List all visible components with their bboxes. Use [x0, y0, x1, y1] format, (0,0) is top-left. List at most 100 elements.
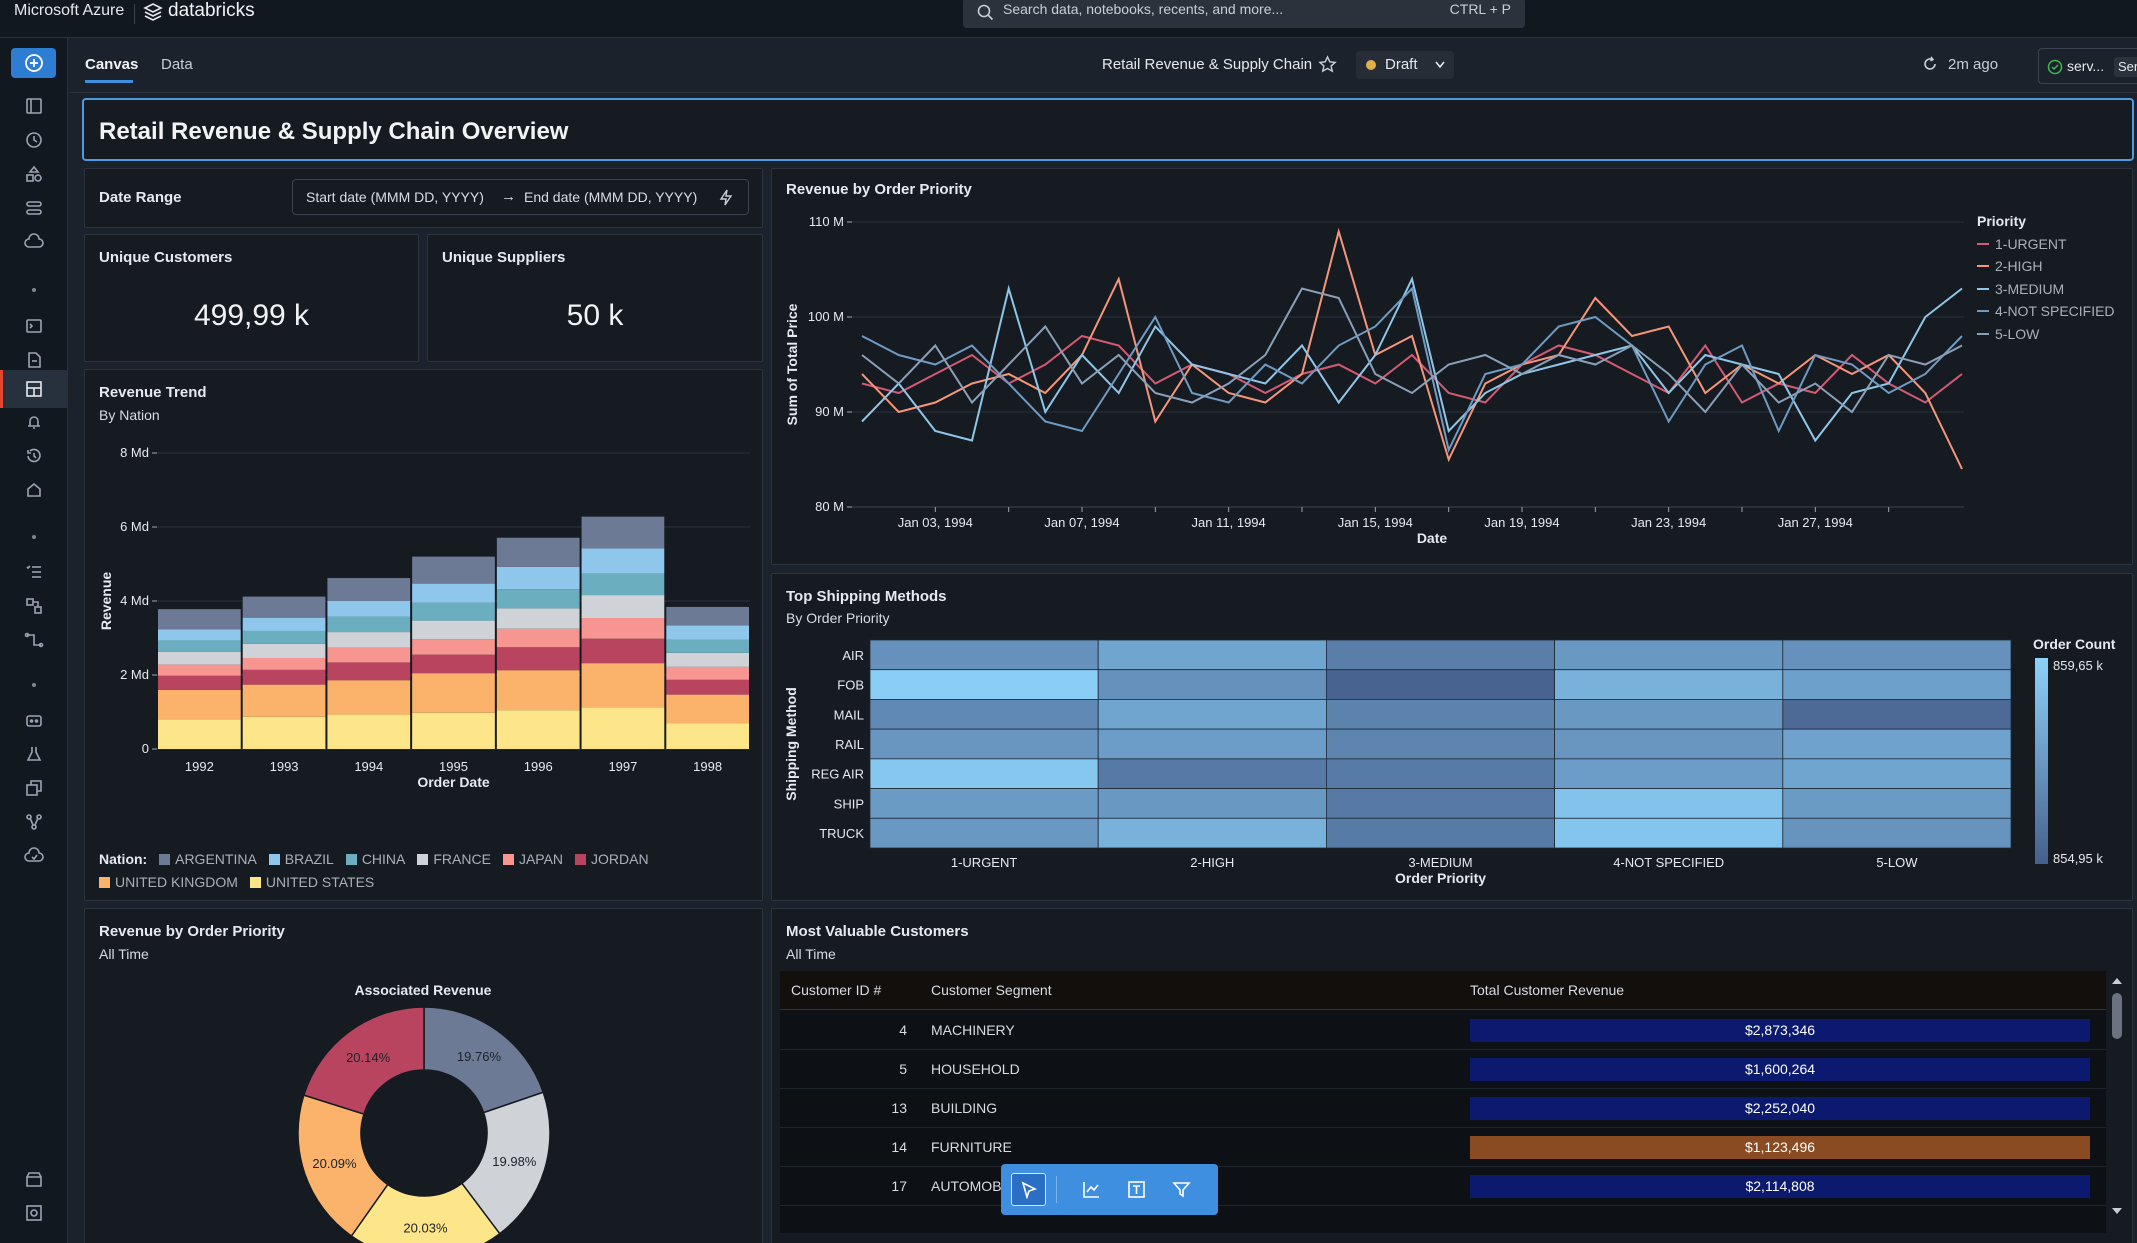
chart-tool-icon[interactable]	[1082, 1180, 1101, 1199]
heatmap-cell[interactable]	[1782, 669, 2012, 700]
bar-segment[interactable]	[666, 666, 749, 680]
alerts-icon[interactable]	[22, 410, 46, 434]
bar-segment[interactable]	[327, 632, 411, 648]
queries-icon[interactable]	[22, 348, 46, 372]
table-row[interactable]: 5 HOUSEHOLD $1,600,264	[780, 1050, 2106, 1089]
legend-item[interactable]: ARGENTINA	[159, 848, 257, 871]
associated-revenue-donut-chart[interactable]: Associated Revenue 19.76% 19.98% 20.03% 20.0…	[85, 969, 762, 1243]
bar-segment[interactable]	[412, 620, 495, 640]
heatmap-cell[interactable]	[1326, 788, 1556, 819]
column-header-customer-id[interactable]: Customer ID #	[791, 982, 881, 998]
heatmap-cell[interactable]	[1782, 699, 2012, 730]
bar-segment[interactable]	[412, 712, 495, 749]
serving-icon[interactable]	[22, 844, 46, 868]
bar-segment[interactable]	[158, 609, 241, 630]
dashboard-name[interactable]: Retail Revenue & Supply Chain	[1102, 56, 1312, 73]
bar-segment[interactable]	[327, 714, 411, 749]
bar-segment[interactable]	[581, 638, 665, 664]
heatmap-cell[interactable]	[1326, 699, 1556, 730]
bar-segment[interactable]	[412, 639, 495, 655]
bar-segment[interactable]	[242, 716, 326, 749]
draft-dropdown[interactable]: Draft	[1356, 51, 1454, 79]
playground-icon[interactable]	[22, 708, 46, 732]
column-header-segment[interactable]: Customer Segment	[931, 982, 1052, 998]
bar-segment[interactable]	[242, 643, 326, 658]
legend-item[interactable]: JORDAN	[575, 848, 649, 871]
scrollbar-thumb[interactable]	[2112, 993, 2122, 1039]
heatmap-cell[interactable]	[869, 639, 1099, 671]
recents-icon[interactable]	[22, 128, 46, 152]
bar-segment[interactable]	[158, 675, 241, 690]
bar-segment[interactable]	[496, 647, 580, 671]
heatmap-cell[interactable]	[1554, 669, 1784, 700]
bar-segment[interactable]	[242, 617, 326, 631]
bar-segment[interactable]	[666, 606, 749, 626]
bar-segment[interactable]	[496, 589, 580, 609]
heatmap-cell[interactable]	[1554, 758, 1784, 789]
canvas-title-box[interactable]: Retail Revenue & Supply Chain Overview	[82, 98, 2134, 161]
heatmap-cell[interactable]	[1554, 639, 1784, 671]
shipping-heatmap-chart[interactable]: AIR FOB MAIL RAIL REG AIR SHIP TRUCK 1-URGENT 2-…	[772, 634, 2132, 900]
heatmap-cell[interactable]	[1554, 728, 1784, 760]
legend-item[interactable]: 2-HIGH	[1977, 255, 2127, 278]
heatmap-cell[interactable]	[1782, 788, 2012, 819]
bar-segment[interactable]	[666, 625, 749, 640]
bar-segment[interactable]	[412, 602, 495, 621]
legend-item[interactable]: 3-MEDIUM	[1977, 278, 2127, 301]
heatmap-cell[interactable]	[1097, 817, 1327, 849]
lightning-icon[interactable]	[718, 189, 734, 206]
heatmap-cell[interactable]	[1554, 817, 1784, 849]
table-row[interactable]: 4 MACHINERY $2,873,346	[780, 1011, 2106, 1050]
revenue-by-priority-line-chart[interactable]: 80 M 90 M 100 M 110 M Sum of Total Price Jan …	[772, 199, 2132, 564]
bar-segment[interactable]	[327, 680, 411, 715]
legend-item[interactable]: 5-LOW	[1977, 323, 2127, 346]
star-icon[interactable]	[1318, 55, 1337, 74]
pipelines-icon[interactable]	[22, 628, 46, 652]
bar-segment[interactable]	[242, 657, 326, 670]
scroll-up-icon[interactable]	[2111, 977, 2123, 985]
bar-segment[interactable]	[496, 670, 580, 711]
bar-segment[interactable]	[327, 662, 411, 681]
heatmap-cell[interactable]	[869, 817, 1099, 849]
bar-segment[interactable]	[581, 516, 665, 549]
bar-segment[interactable]	[158, 651, 241, 665]
heatmap-cell[interactable]	[1097, 699, 1327, 730]
bar-segment[interactable]	[412, 654, 495, 674]
heatmap-cell[interactable]	[869, 758, 1099, 789]
models-icon[interactable]	[22, 810, 46, 834]
catalog-icon[interactable]	[22, 162, 46, 186]
heatmap-cell[interactable]	[1326, 639, 1556, 671]
bar-segment[interactable]	[496, 566, 580, 590]
job-runs-icon[interactable]	[22, 560, 46, 584]
new-button[interactable]	[11, 48, 56, 78]
bar-segment[interactable]	[158, 689, 241, 720]
bar-segment[interactable]	[242, 596, 326, 618]
tab-data[interactable]: Data	[161, 56, 193, 73]
heatmap-cell[interactable]	[1097, 728, 1327, 760]
features-icon[interactable]	[22, 776, 46, 800]
experiments-icon[interactable]	[22, 742, 46, 766]
bar-segment[interactable]	[158, 664, 241, 676]
heatmap-cell[interactable]	[869, 699, 1099, 730]
bar-segment[interactable]	[158, 629, 241, 641]
bar-segment[interactable]	[242, 669, 326, 685]
bar-segment[interactable]	[581, 707, 665, 749]
end-date-input[interactable]: End date (MMM DD, YYYY)	[524, 189, 697, 205]
bar-segment[interactable]	[496, 608, 580, 629]
bar-segment[interactable]	[327, 616, 411, 633]
legend-item[interactable]: JAPAN	[502, 848, 563, 871]
bar-segment[interactable]	[581, 595, 665, 619]
bar-segment[interactable]	[242, 630, 326, 644]
legend-item[interactable]: BRAZIL	[268, 848, 334, 871]
bar-segment[interactable]	[666, 694, 749, 724]
bar-segment[interactable]	[327, 601, 411, 617]
bar-segment[interactable]	[412, 556, 495, 584]
bar-segment[interactable]	[581, 663, 665, 708]
partner-connect-icon[interactable]	[22, 1201, 46, 1225]
bar-segment[interactable]	[412, 673, 495, 713]
heatmap-cell[interactable]	[869, 669, 1099, 700]
legend-item[interactable]: CHINA	[345, 848, 405, 871]
heatmap-cell[interactable]	[1782, 728, 2012, 760]
heatmap-cell[interactable]	[1782, 758, 2012, 789]
heatmap-cell[interactable]	[869, 728, 1099, 760]
